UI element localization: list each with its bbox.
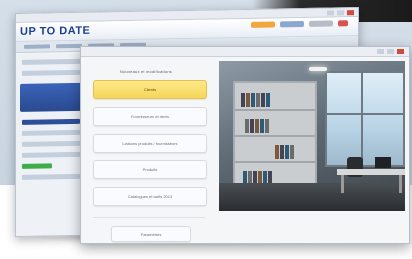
front-app-window: Nouveaux et modifications Clients Fourni…: [80, 46, 410, 244]
toolbar-button[interactable]: [338, 20, 348, 27]
book: [261, 93, 265, 107]
sidebar-highlight-block[interactable]: [20, 82, 82, 112]
book: [246, 93, 250, 107]
photo-desk: [337, 169, 405, 175]
photo-window-frame: [325, 113, 403, 115]
book: [251, 93, 255, 107]
book: [260, 119, 264, 133]
toolbar-button[interactable]: [280, 20, 304, 28]
sidebar-item[interactable]: [22, 118, 80, 125]
photo-ceiling-light: [309, 67, 327, 71]
book: [265, 119, 269, 133]
app-logo: UP TO DATE: [20, 24, 91, 38]
front-window-titlebar: [81, 47, 409, 57]
sidebar-green-button[interactable]: [22, 163, 52, 169]
menu-button-suppliers[interactable]: Fournisseurs et devis: [93, 107, 207, 126]
sidebar-item[interactable]: [22, 173, 80, 180]
window-maximize-icon[interactable]: [337, 9, 344, 15]
photo-bookshelf: [233, 81, 317, 195]
photo-desk-leg: [399, 175, 402, 193]
menu-button-catalogues[interactable]: Catalogues et tarifs 2013: [93, 187, 207, 206]
book: [256, 93, 260, 107]
book: [266, 93, 270, 107]
panel-heading: Nouveaux et modifications: [120, 69, 172, 74]
book: [290, 145, 294, 159]
back-sidebar: [16, 52, 87, 236]
photo-window: [325, 71, 405, 167]
book-row: [275, 145, 294, 159]
sidebar-item[interactable]: [22, 140, 80, 147]
book: [241, 93, 245, 107]
photo-desk-leg: [341, 175, 344, 193]
menu-button-products[interactable]: Produits: [93, 160, 207, 179]
window-close-icon[interactable]: [397, 49, 404, 54]
window-close-icon[interactable]: [347, 9, 354, 15]
book: [245, 119, 249, 133]
book: [275, 145, 279, 159]
nav-tab[interactable]: [24, 44, 50, 49]
book-row: [245, 119, 269, 133]
sidebar-item[interactable]: [22, 151, 80, 158]
office-photo: [219, 61, 405, 211]
toolbar-button[interactable]: [309, 20, 333, 27]
sidebar-item[interactable]: [22, 58, 80, 65]
toolbar-button[interactable]: [251, 21, 275, 28]
menu-button-clients[interactable]: Clients: [93, 80, 207, 99]
window-maximize-icon[interactable]: [387, 49, 394, 54]
sidebar-item[interactable]: [22, 129, 80, 136]
shelf-board: [235, 135, 315, 137]
window-minimize-icon[interactable]: [327, 9, 334, 16]
sidebar-item[interactable]: [22, 69, 80, 76]
photo-monitor: [375, 157, 391, 168]
shelf-board: [235, 109, 315, 111]
book: [250, 119, 254, 133]
window-minimize-icon[interactable]: [377, 49, 384, 54]
divider: [93, 217, 205, 218]
book: [255, 119, 259, 133]
settings-button[interactable]: Paramètres: [111, 226, 191, 242]
book: [285, 145, 289, 159]
shelf-board: [235, 161, 315, 163]
nav-tab[interactable]: [56, 43, 82, 49]
menu-button-links[interactable]: Liaisons produits / fournisseurs: [93, 134, 207, 153]
photo-window-frame: [361, 71, 363, 163]
photo-floor: [219, 183, 405, 211]
book: [280, 145, 284, 159]
book-row: [241, 93, 270, 107]
